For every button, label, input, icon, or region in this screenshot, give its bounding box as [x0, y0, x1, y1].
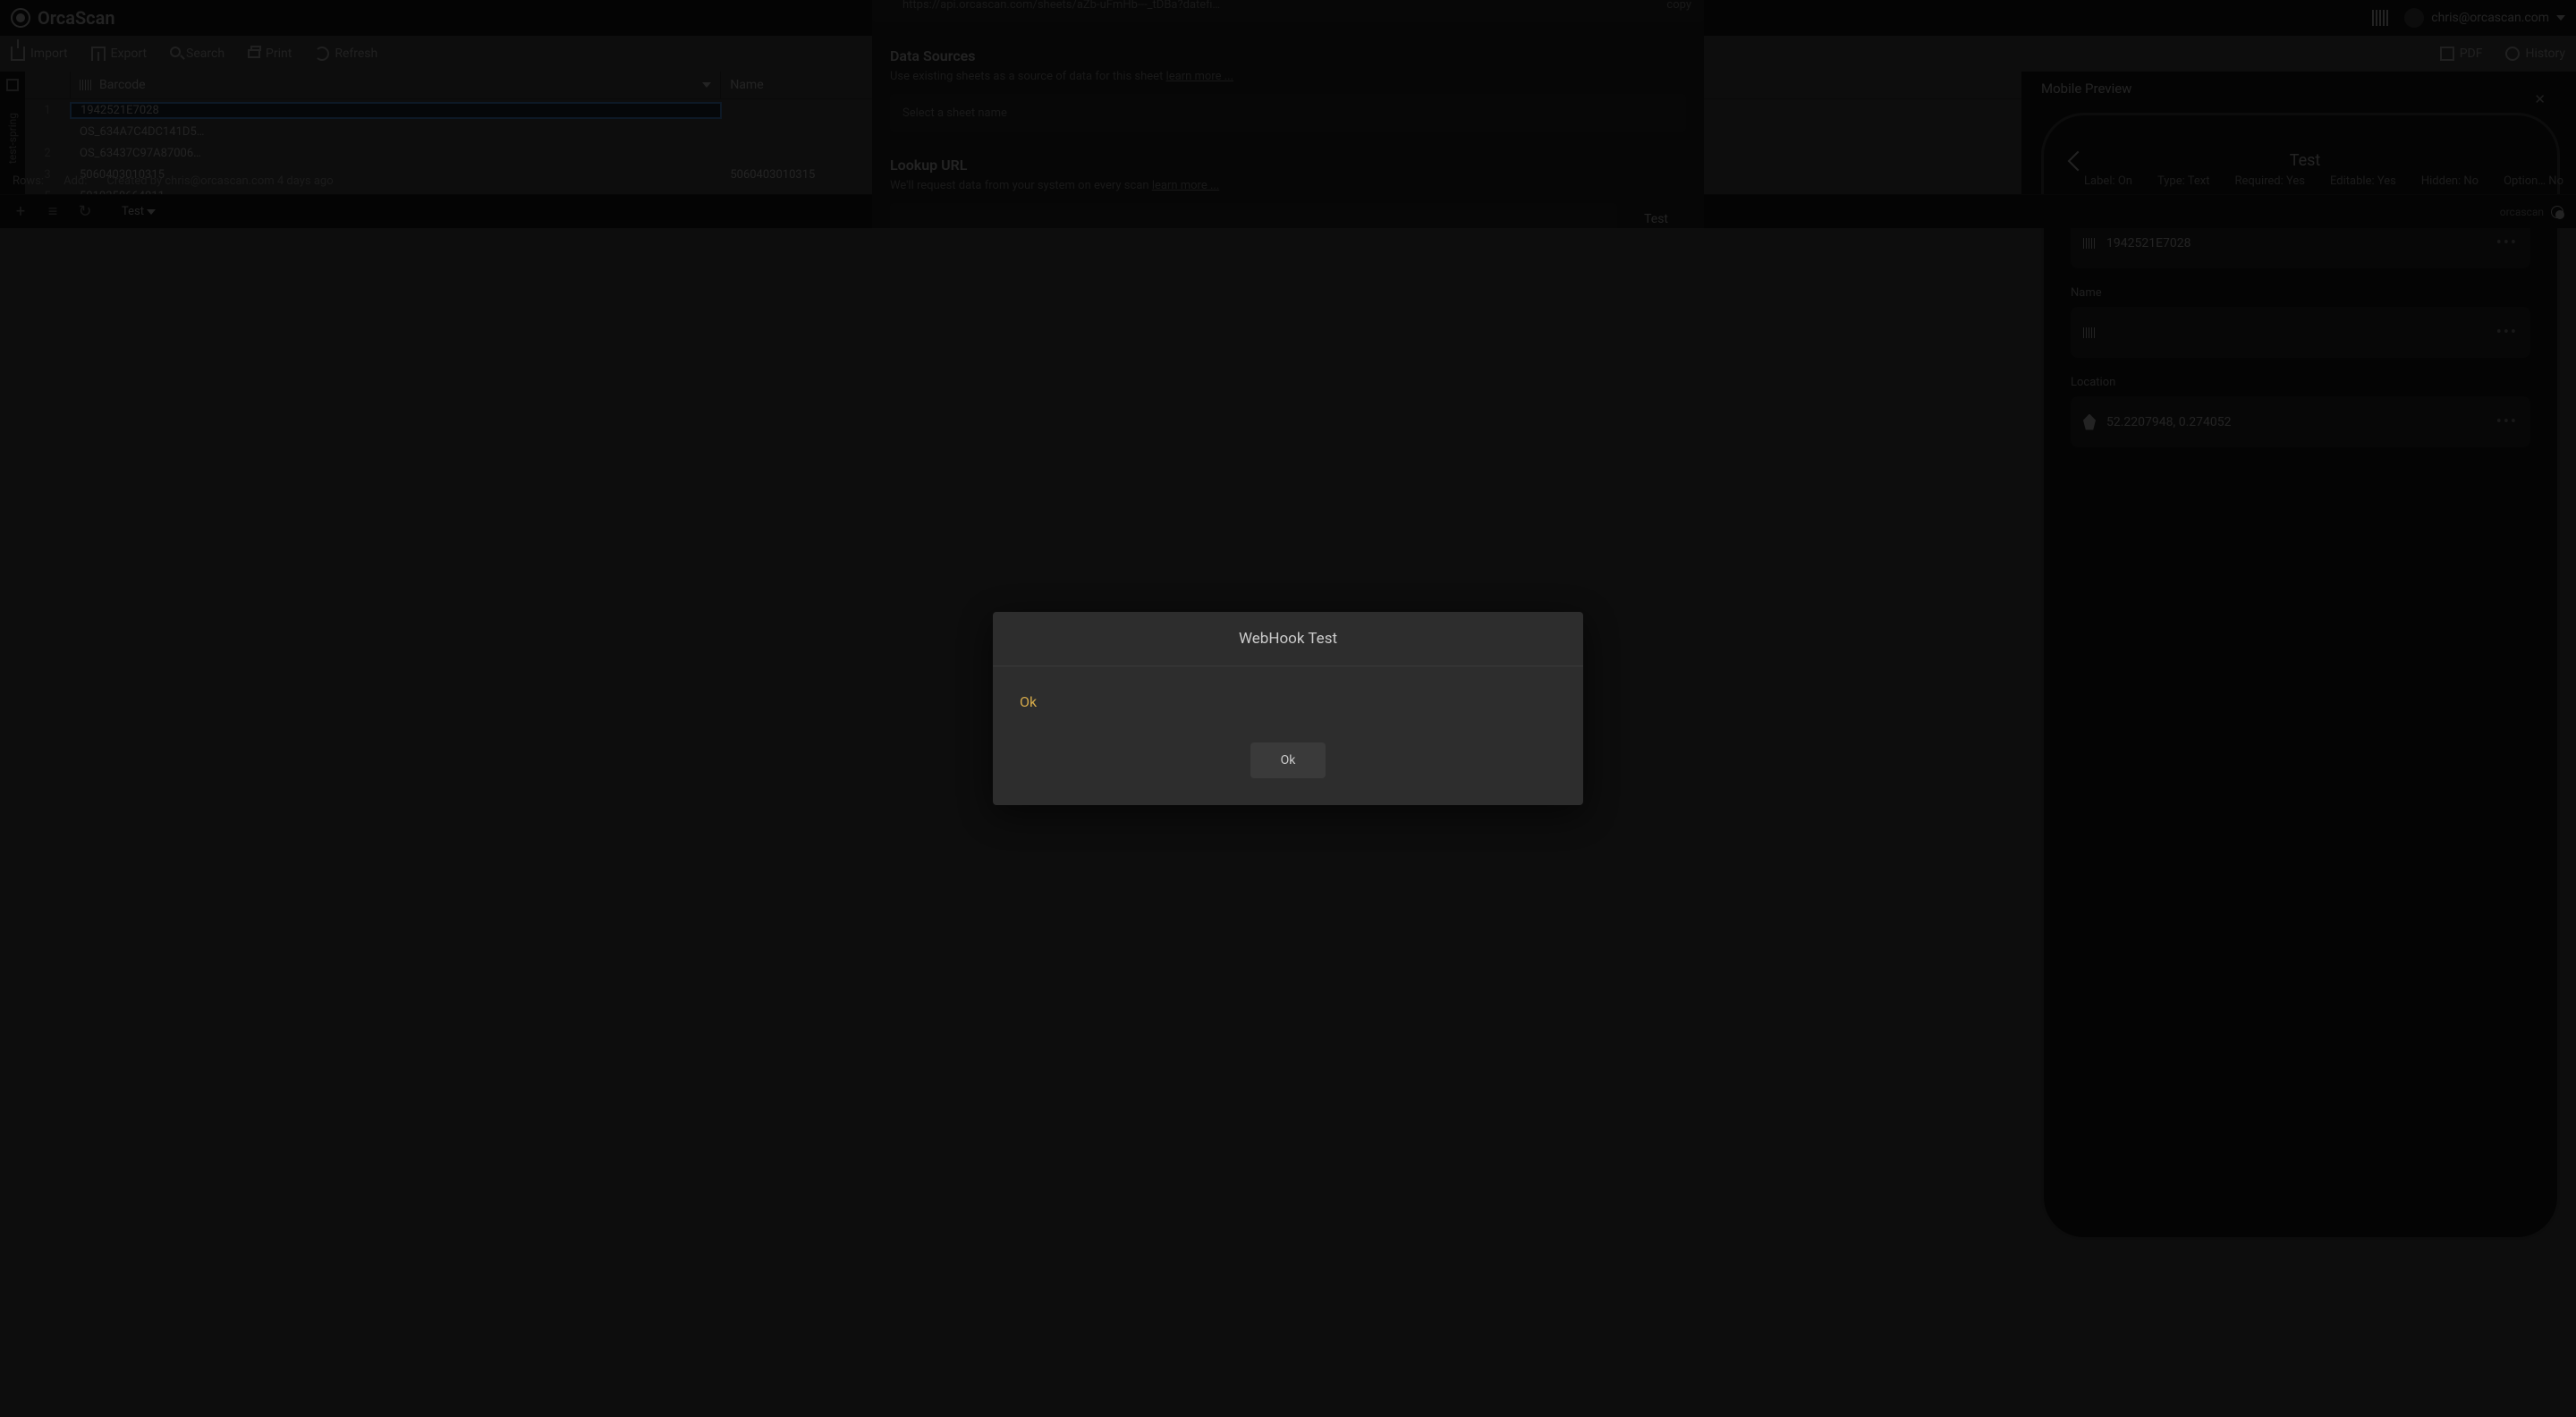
- ok-button[interactable]: Ok: [1250, 742, 1326, 778]
- webhook-test-modal: WebHook Test Ok Ok: [993, 612, 1583, 805]
- modal-body: Ok: [993, 666, 1583, 728]
- modal-title: WebHook Test: [993, 612, 1583, 666]
